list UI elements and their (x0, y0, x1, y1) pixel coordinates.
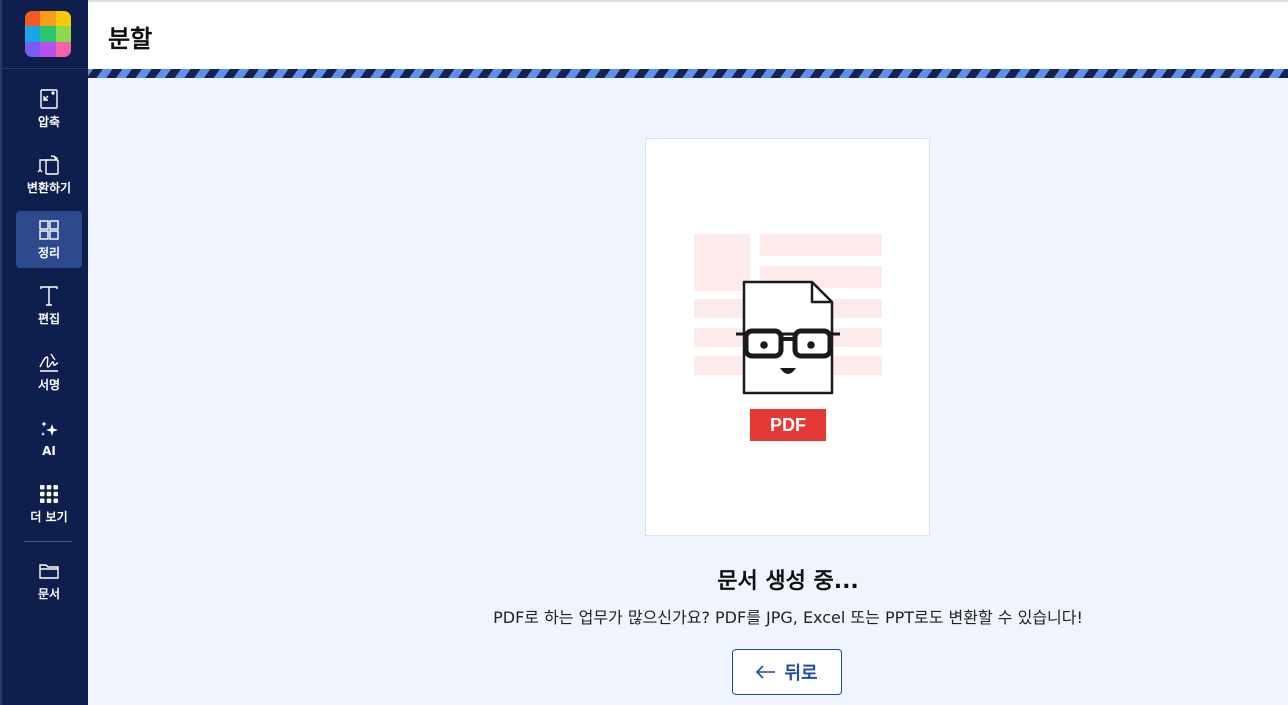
arrow-left-icon (756, 665, 776, 679)
progress-bar (88, 69, 1288, 78)
sidebar-item-label: 편집 (37, 312, 61, 326)
back-button[interactable]: 뒤로 (732, 649, 842, 695)
sidebar-item-ai[interactable]: AI (16, 409, 82, 466)
sidebar-separator (24, 541, 72, 542)
sidebar-item-label: 압축 (37, 115, 61, 129)
sidebar-item-label: 변환하기 (26, 181, 72, 195)
sidebar-item-organize[interactable]: 정리 (16, 211, 82, 268)
sidebar-item-edit[interactable]: 편집 (16, 277, 82, 334)
sidebar-item-compress[interactable]: 압축 (16, 80, 82, 137)
folder-icon (39, 564, 59, 579)
pdf-badge-label: PDF (770, 415, 806, 435)
document-preview-card: PDF (645, 138, 930, 536)
status-title: 문서 생성 중... (717, 569, 859, 594)
back-button-label: 뒤로 (784, 663, 818, 684)
sidebar: 압축 변환하기 정리 편집 서명 AI 더 보기 문서 (0, 0, 90, 705)
sidebar-item-label: 문서 (37, 587, 61, 601)
sidebar-item-sign[interactable]: 서명 (16, 343, 82, 400)
page-title: 분할 (108, 25, 153, 53)
more-grid-icon (40, 485, 58, 503)
status-message: PDF로 하는 업무가 많으신가요? PDF를 JPG, Excel 또는 PP… (493, 608, 1083, 627)
sidebar-item-more[interactable]: 더 보기 (16, 475, 82, 532)
convert-icon (37, 155, 59, 175)
app-logo[interactable] (25, 11, 71, 57)
compress-icon (40, 89, 58, 109)
sidebar-item-label: 더 보기 (30, 510, 68, 524)
organize-icon (39, 220, 59, 240)
signature-icon (39, 353, 59, 372)
pdf-mascot-illustration (694, 234, 882, 441)
sidebar-divider (2, 68, 90, 69)
sidebar-item-label: 정리 (37, 246, 61, 260)
edit-text-icon (40, 286, 58, 306)
ai-sparkle-icon (41, 420, 58, 436)
header: 분할 (88, 0, 1288, 69)
sidebar-item-convert[interactable]: 변환하기 (16, 146, 82, 203)
sidebar-item-documents[interactable]: 문서 (16, 552, 82, 609)
sidebar-item-label: 서명 (37, 378, 61, 392)
sidebar-item-label: AI (42, 443, 56, 458)
